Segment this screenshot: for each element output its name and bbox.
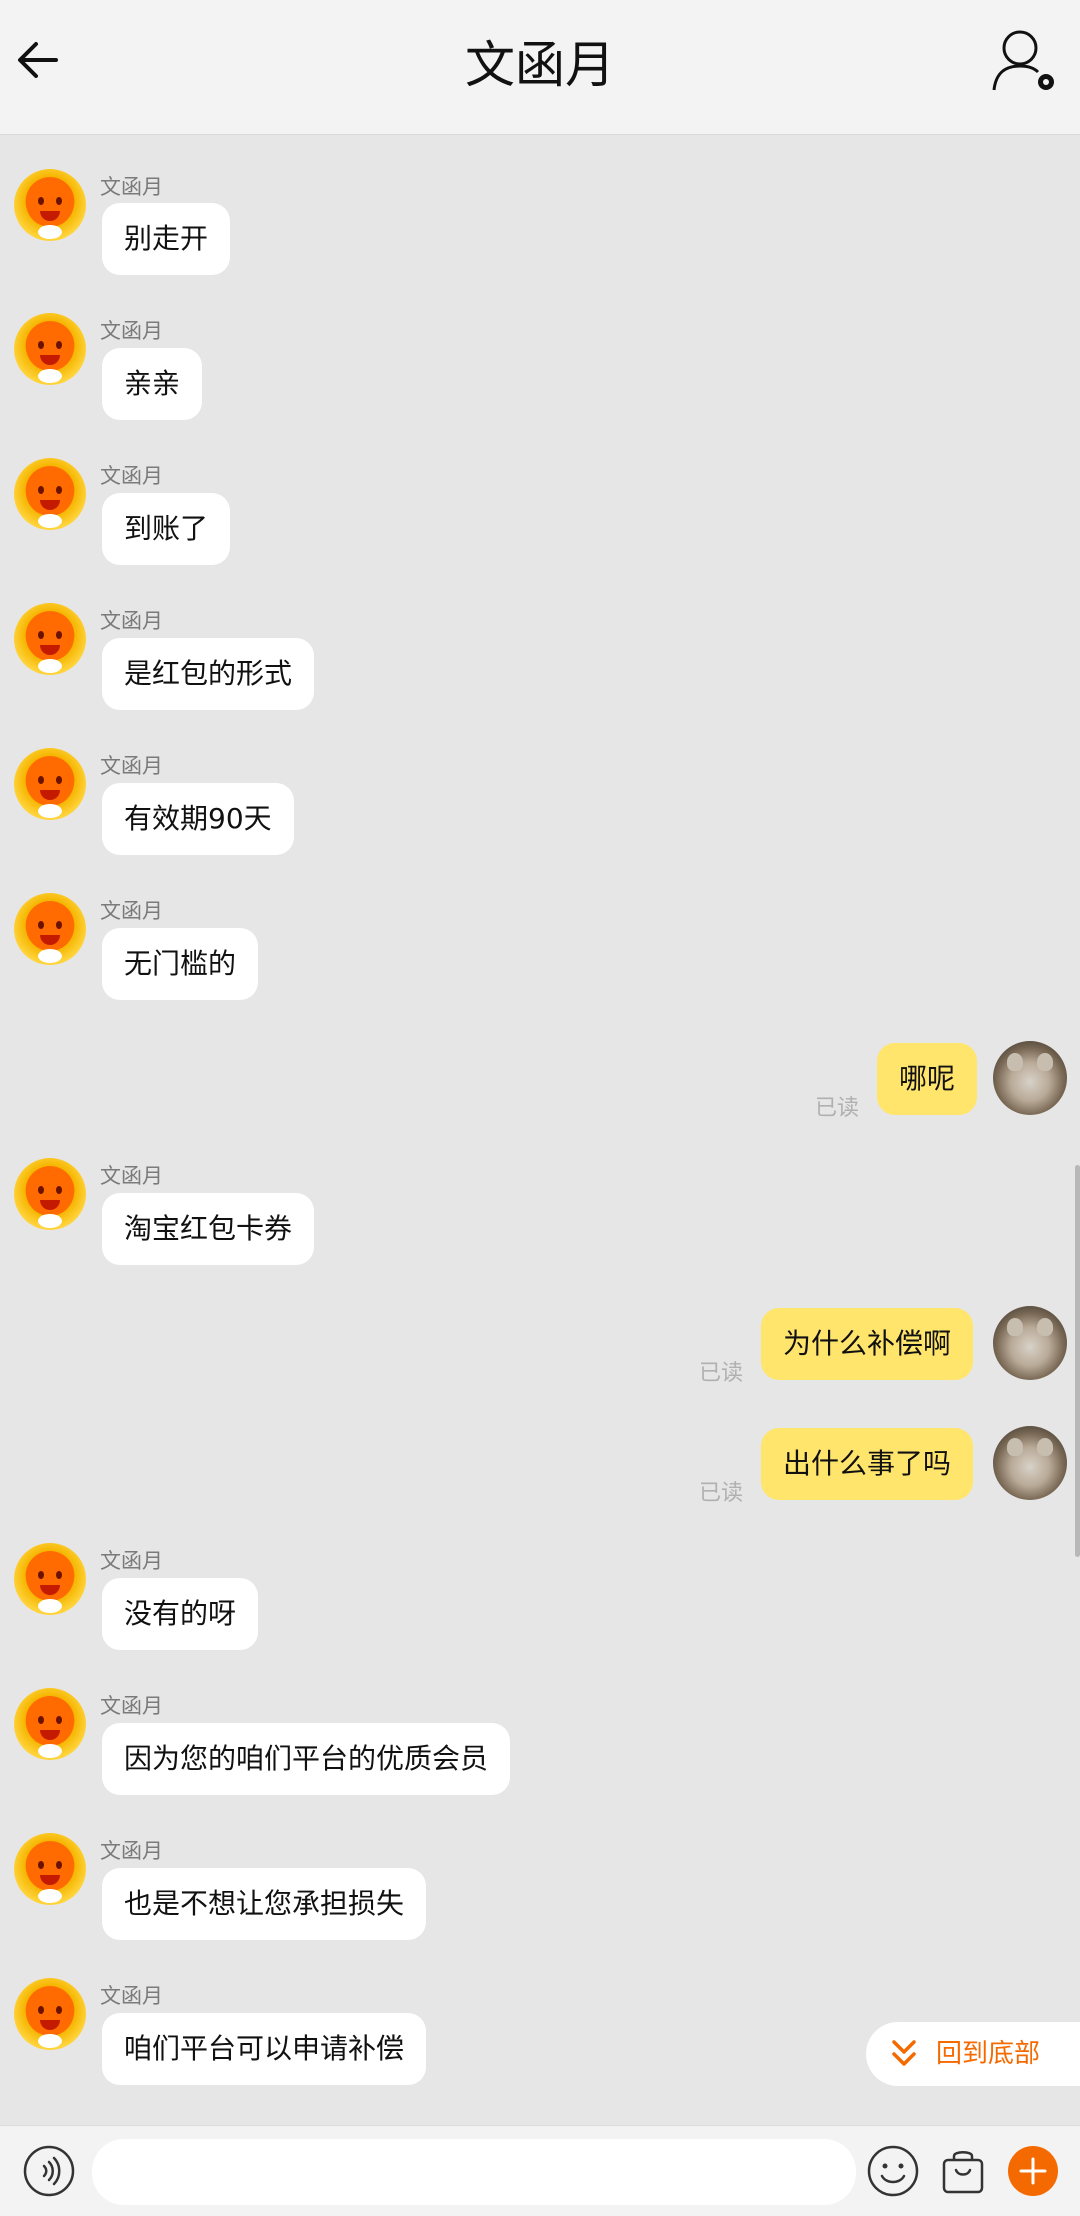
- read-status: 已读: [699, 1481, 744, 1506]
- bot-avatar[interactable]: [14, 603, 86, 675]
- sender-name: 文函月: [100, 1549, 163, 1573]
- sender-name: 文函月: [100, 319, 163, 343]
- back-to-bottom-button[interactable]: 回到底部: [866, 2022, 1080, 2086]
- scrollbar[interactable]: [1075, 1165, 1080, 1557]
- bot-avatar[interactable]: [14, 169, 86, 241]
- user-avatar[interactable]: [993, 1426, 1067, 1500]
- sender-name: 文函月: [100, 1694, 163, 1718]
- message-bubble[interactable]: 咱们平台可以申请补偿: [102, 2013, 427, 2085]
- message-bubble[interactable]: 因为您的咱们平台的优质会员: [102, 1723, 511, 1795]
- chat-list[interactable]: 文函月 别走开 文函月 亲亲 文函月 到账了 文函月 是红包的形式 文函月 有效…: [0, 135, 1080, 2125]
- double-chevron-down-icon: [892, 2040, 916, 2066]
- read-status: 已读: [699, 1361, 744, 1386]
- message-bubble[interactable]: 亲亲: [102, 348, 203, 420]
- bot-avatar[interactable]: [14, 458, 86, 530]
- sender-name: 文函月: [100, 464, 163, 488]
- user-avatar[interactable]: [993, 1041, 1067, 1115]
- message-input[interactable]: [92, 2139, 856, 2205]
- message-bubble[interactable]: 淘宝红包卡券: [102, 1193, 315, 1265]
- user-avatar[interactable]: [993, 1306, 1067, 1380]
- bot-avatar[interactable]: [14, 1158, 86, 1230]
- bot-avatar[interactable]: [14, 893, 86, 965]
- message-bubble[interactable]: 有效期90天: [102, 783, 294, 855]
- bot-avatar[interactable]: [14, 1543, 86, 1615]
- input-bar: [0, 2125, 1080, 2216]
- message-bubble[interactable]: 到账了: [102, 493, 231, 565]
- sender-name: 文函月: [100, 1164, 163, 1188]
- sender-name: 文函月: [100, 1839, 163, 1863]
- message-bubble[interactable]: 无门槛的: [102, 928, 259, 1000]
- emoji-icon[interactable]: [866, 2144, 920, 2198]
- message-bubble[interactable]: 没有的呀: [102, 1578, 259, 1650]
- shopping-bag-icon[interactable]: [936, 2144, 990, 2198]
- my-message-bubble[interactable]: 出什么事了吗: [761, 1428, 974, 1500]
- top-bar: 文函月: [0, 0, 1080, 135]
- read-status: 已读: [815, 1096, 860, 1121]
- sender-name: 文函月: [100, 175, 163, 199]
- message-bubble[interactable]: 别走开: [102, 203, 231, 275]
- my-message-bubble[interactable]: 哪呢: [877, 1043, 978, 1115]
- bot-avatar[interactable]: [14, 748, 86, 820]
- back-to-bottom-label: 回到底部: [936, 2039, 1041, 2069]
- chat-title: 文函月: [465, 36, 615, 94]
- bot-avatar[interactable]: [14, 313, 86, 385]
- sender-name: 文函月: [100, 754, 163, 778]
- voice-icon[interactable]: [22, 2144, 76, 2198]
- profile-settings-icon[interactable]: [990, 26, 1060, 96]
- sender-name: 文函月: [100, 1984, 163, 2008]
- bot-avatar[interactable]: [14, 1833, 86, 1905]
- plus-icon[interactable]: [1006, 2144, 1060, 2198]
- my-message-bubble[interactable]: 为什么补偿啊: [761, 1308, 974, 1380]
- message-bubble[interactable]: 也是不想让您承担损失: [102, 1868, 427, 1940]
- bot-avatar[interactable]: [14, 1688, 86, 1760]
- sender-name: 文函月: [100, 899, 163, 923]
- sender-name: 文函月: [100, 609, 163, 633]
- bot-avatar[interactable]: [14, 1978, 86, 2050]
- message-bubble[interactable]: 是红包的形式: [102, 638, 315, 710]
